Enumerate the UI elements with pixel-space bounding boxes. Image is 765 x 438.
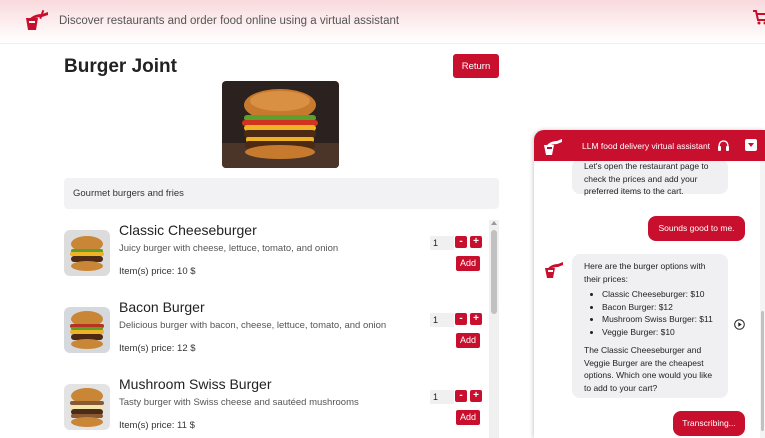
chevron-down-icon[interactable] [745, 139, 757, 151]
chat-widget: LLM food delivery virtual assistant Let'… [534, 130, 765, 438]
chat-title: LLM food delivery virtual assistant [582, 141, 711, 151]
classic-cheeseburger-image [64, 230, 110, 276]
price-list-item: Mushroom Swiss Burger: $11 [602, 313, 719, 326]
decrease-quantity-button[interactable]: - [455, 236, 467, 248]
restaurant-description: Gourmet burgers and fries [64, 178, 499, 209]
user-message-text: Transcribing... [682, 418, 736, 428]
price-list-item: Bacon Burger: $12 [602, 301, 719, 314]
headset-icon[interactable] [717, 139, 730, 152]
bot-message-intro: Here are the burger options with their p… [584, 261, 706, 284]
price-list: Classic Cheeseburger: $10 Bacon Burger: … [584, 288, 719, 338]
quantity-field[interactable]: 1 [430, 313, 454, 327]
increase-quantity-button[interactable]: + [470, 390, 482, 402]
return-button[interactable]: Return [453, 54, 499, 78]
menu-item-name: Bacon Burger [119, 299, 205, 315]
chat-header: LLM food delivery virtual assistant [534, 130, 765, 161]
menu-scrollbar[interactable] [489, 220, 499, 438]
quantity-field[interactable]: 1 [430, 236, 454, 250]
chat-scroll-thumb[interactable] [761, 311, 764, 431]
menu-item-price: Item(s) price: 10 $ [119, 266, 196, 277]
top-header: Discover restaurants and order food onli… [0, 0, 765, 44]
chat-messages: Let's open the restaurant page to check … [534, 161, 765, 438]
user-message: Sounds good to me. [648, 216, 745, 241]
menu-item-price: Item(s) price: 11 $ [119, 420, 195, 431]
menu-scroll-thumb[interactable] [491, 230, 497, 314]
food-delivery-logo-icon[interactable] [24, 8, 50, 32]
quantity-field[interactable]: 1 [430, 390, 454, 404]
bot-avatar-icon [545, 262, 563, 278]
play-audio-icon[interactable] [734, 319, 745, 330]
add-to-cart-button[interactable]: Add [456, 410, 480, 425]
menu-item-name: Classic Cheeseburger [119, 222, 257, 238]
price-list-item: Veggie Burger: $10 [602, 326, 719, 339]
menu-item-description: Tasty burger with Swiss cheese and sauté… [119, 397, 359, 408]
menu-item-description: Juicy burger with cheese, lettuce, tomat… [119, 243, 339, 254]
bacon-burger-image [64, 307, 110, 353]
increase-quantity-button[interactable]: + [470, 236, 482, 248]
add-to-cart-button[interactable]: Add [456, 256, 480, 271]
menu-item: Classic Cheeseburger Juicy burger with c… [64, 218, 488, 288]
assistant-logo-icon [544, 139, 562, 155]
restaurant-hero-image [222, 81, 339, 168]
scroll-up-arrow-icon[interactable] [491, 221, 497, 225]
user-message-text: Sounds good to me. [658, 223, 735, 233]
mushroom-swiss-burger-image [64, 384, 110, 430]
restaurant-title: Burger Joint [64, 56, 177, 77]
bot-message-text: Let's open the restaurant page to check … [584, 161, 709, 196]
cart-icon[interactable] [752, 9, 765, 25]
price-list-item: Classic Cheeseburger: $10 [602, 288, 719, 301]
menu-item: Mushroom Swiss Burger Tasty burger with … [64, 372, 488, 438]
restaurant-description-text: Gourmet burgers and fries [73, 188, 184, 199]
bot-message-outro: The Classic Cheeseburger and Veggie Burg… [584, 345, 713, 393]
decrease-quantity-button[interactable]: - [455, 313, 467, 325]
menu-item-description: Delicious burger with bacon, cheese, let… [119, 320, 387, 331]
menu-item: Bacon Burger Delicious burger with bacon… [64, 295, 488, 365]
add-to-cart-button[interactable]: Add [456, 333, 480, 348]
chat-scrollbar[interactable] [760, 161, 765, 438]
user-message: Transcribing... [673, 411, 745, 436]
site-tagline: Discover restaurants and order food onli… [59, 15, 400, 27]
bot-message: Here are the burger options with their p… [572, 254, 728, 398]
decrease-quantity-button[interactable]: - [455, 390, 467, 402]
bot-message: Let's open the restaurant page to check … [572, 161, 728, 196]
increase-quantity-button[interactable]: + [470, 313, 482, 325]
menu-item-name: Mushroom Swiss Burger [119, 376, 272, 392]
menu-item-price: Item(s) price: 12 $ [119, 343, 196, 354]
menu-list: Classic Cheeseburger Juicy burger with c… [64, 218, 488, 438]
